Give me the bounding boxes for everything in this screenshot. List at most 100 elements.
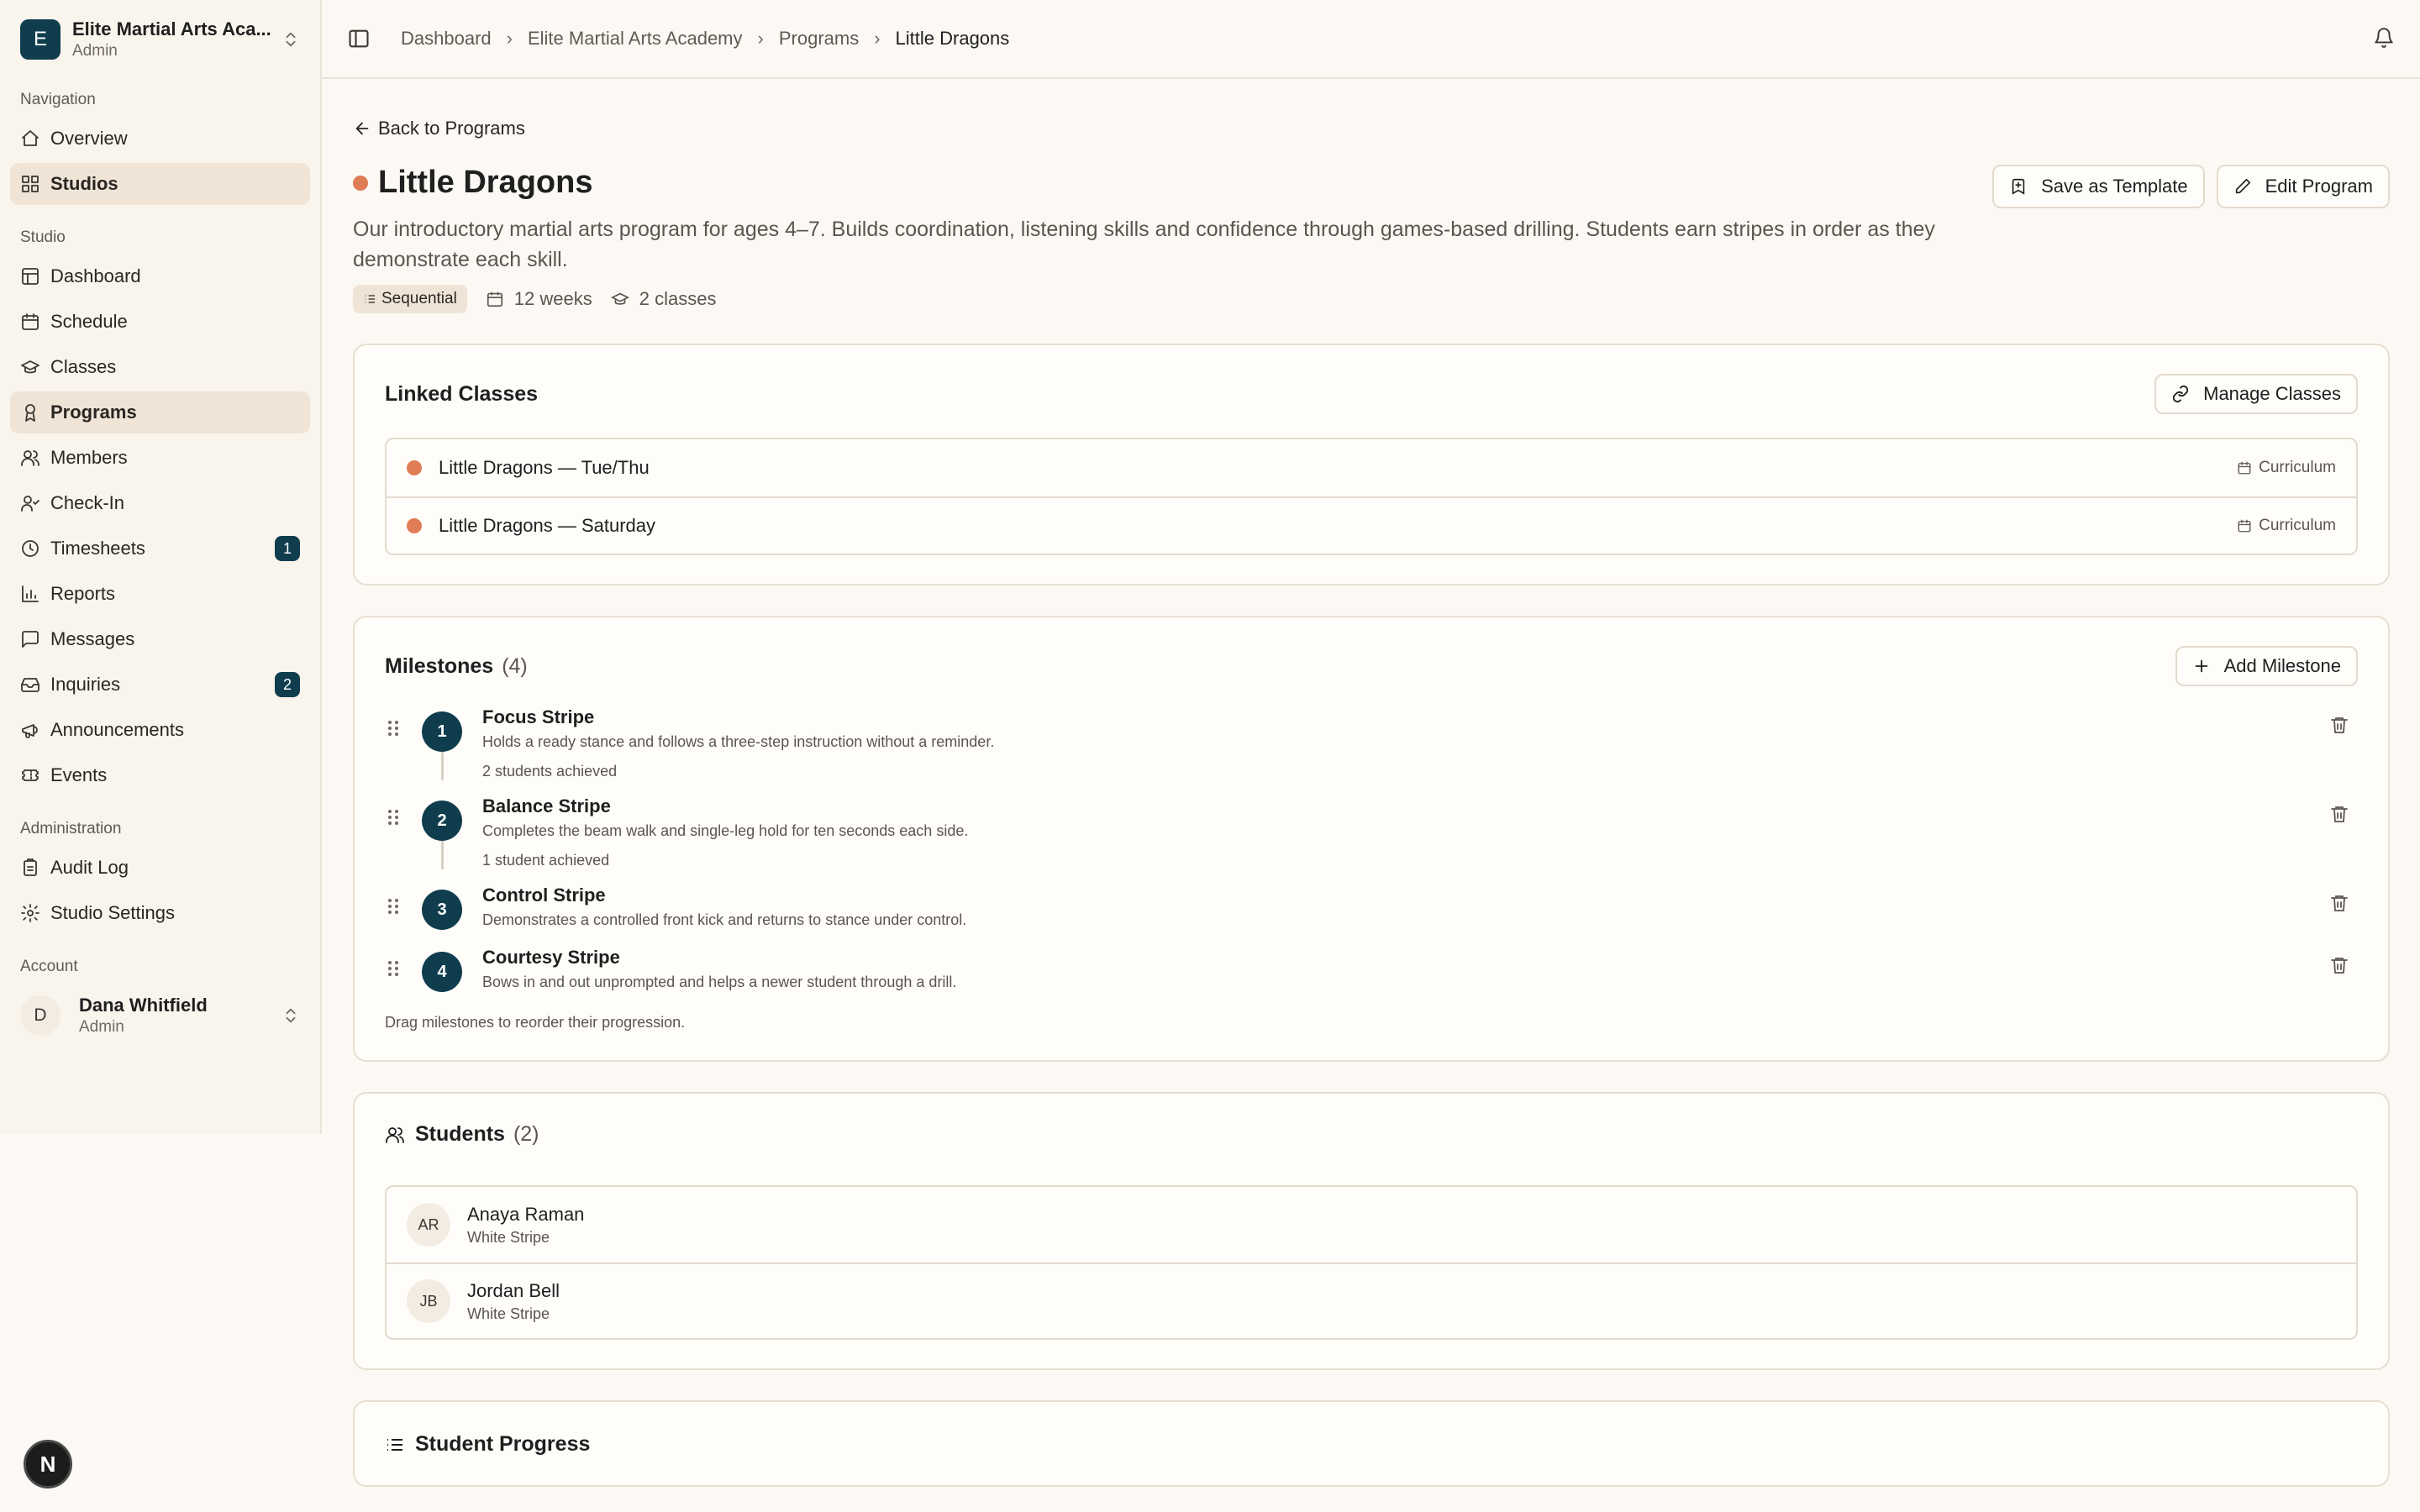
milestone-title: Courtesy Stripe <box>482 947 620 968</box>
sidebar-item-members[interactable]: Members <box>10 437 310 479</box>
sidebar-toggle-icon[interactable] <box>347 27 371 50</box>
sidebar-section-studio: Studio <box>20 228 66 246</box>
milestones-title-text: Milestones <box>385 654 494 678</box>
users-icon <box>20 448 40 468</box>
drag-handle-icon[interactable] <box>385 896 405 921</box>
dev-tools-badge[interactable]: N <box>24 1440 72 1488</box>
student-row[interactable]: JB Jordan Bell White Stripe <box>387 1263 2356 1338</box>
sidebar-item-audit-log[interactable]: Audit Log <box>10 847 310 889</box>
curriculum-label: Curriculum <box>2259 459 2336 476</box>
chevrons-up-down-icon[interactable] <box>281 30 300 49</box>
user-name: Dana Whitfield <box>79 995 208 1016</box>
clock-icon <box>20 538 40 559</box>
breadcrumb-programs[interactable]: Programs <box>779 28 859 50</box>
drag-handle-icon[interactable] <box>385 807 405 832</box>
org-switcher[interactable]: E Elite Martial Arts Aca... Admin <box>10 0 310 79</box>
sidebar-item-schedule[interactable]: Schedule <box>10 301 310 343</box>
calendar-icon <box>2237 518 2252 533</box>
sidebar-item-label: Events <box>50 764 108 785</box>
chevrons-up-down-icon[interactable] <box>281 1006 300 1025</box>
milestone-hint: Drag milestones to reorder their progres… <box>385 1014 686 1031</box>
sidebar-item-reports[interactable]: Reports <box>10 573 310 615</box>
list-item[interactable]: Little Dragons — Saturday Curriculum <box>387 496 2356 554</box>
breadcrumb: Dashboard › Elite Martial Arts Academy ›… <box>401 28 2373 50</box>
timeline-connector <box>440 752 444 780</box>
page-title-text: Little Dragons <box>378 165 593 200</box>
save-as-template-button[interactable]: Save as Template <box>1992 165 2205 208</box>
drag-handle-icon[interactable] <box>385 718 405 743</box>
milestone-number: 1 <box>422 711 462 752</box>
sidebar-item-studios[interactable]: Studios <box>10 163 310 205</box>
sidebar-item-timesheets[interactable]: Timesheets 1 <box>10 528 310 570</box>
students-count: (2) <box>513 1122 539 1146</box>
program-color-dot <box>353 175 368 191</box>
user-check-icon <box>20 493 40 513</box>
milestone-step: 2 <box>420 795 464 869</box>
users-icon <box>385 1125 405 1145</box>
milestone-number: 4 <box>422 952 462 992</box>
sidebar-item-dashboard[interactable]: Dashboard <box>10 255 310 297</box>
sidebar-item-label: Members <box>50 447 128 468</box>
edit-program-button[interactable]: Edit Program <box>2216 165 2390 208</box>
add-milestone-button[interactable]: Add Milestone <box>2175 646 2358 686</box>
milestone-title: Focus Stripe <box>482 706 595 727</box>
milestone-step: 1 <box>420 706 464 780</box>
milestone-row[interactable]: 2 Balance Stripe Completes the beam walk a… <box>385 795 2358 885</box>
sidebar-item-overview[interactable]: Overview <box>10 118 310 160</box>
account-switcher[interactable]: D Dana Whitfield Admin <box>10 984 310 1047</box>
save-as-template-label: Save as Template <box>2041 176 2188 197</box>
student-name: Anaya Raman <box>467 1203 585 1225</box>
student-progress-title: Student Progress <box>385 1432 590 1457</box>
chevron-right-icon: › <box>874 28 881 49</box>
list-item[interactable]: Little Dragons — Tue/Thu Curriculum <box>387 439 2356 496</box>
curriculum-tag: Curriculum <box>2237 459 2336 477</box>
breadcrumb-academy[interactable]: Elite Martial Arts Academy <box>528 28 743 50</box>
breadcrumb-dashboard[interactable]: Dashboard <box>401 28 492 50</box>
class-name: Little Dragons — Tue/Thu <box>439 457 650 478</box>
manage-classes-button[interactable]: Manage Classes <box>2154 374 2358 414</box>
sidebar-item-messages[interactable]: Messages <box>10 618 310 660</box>
student-row[interactable]: AR Anaya Raman White Stripe <box>387 1187 2356 1263</box>
students-title-text: Students <box>415 1122 505 1146</box>
manage-classes-label: Manage Classes <box>2203 383 2341 404</box>
milestones-card: Milestones (4) Add Milestone 1 Focus Stri… <box>353 616 2390 1062</box>
sidebar-item-check-in[interactable]: Check-In <box>10 482 310 524</box>
sidebar-item-inquiries[interactable]: Inquiries 2 <box>10 664 310 706</box>
pencil-icon <box>2233 177 2252 196</box>
plus-icon <box>2192 657 2211 675</box>
back-label: Back to Programs <box>378 118 525 139</box>
bell-icon[interactable] <box>2373 27 2396 50</box>
milestone-number: 3 <box>422 890 462 930</box>
program-meta: Sequential 12 weeks 2 classes <box>353 285 1992 313</box>
linked-classes-card: Linked Classes Manage Classes Little Dra… <box>353 344 2390 585</box>
curriculum-tag: Curriculum <box>2237 517 2336 535</box>
trash-icon[interactable] <box>2329 955 2351 980</box>
trash-icon[interactable] <box>2329 804 2351 829</box>
award-icon <box>20 402 40 423</box>
timeline-connector <box>440 841 444 869</box>
milestone-row[interactable]: 3 Control Stripe Demonstrates a controlled… <box>385 885 2358 947</box>
sidebar-item-classes[interactable]: Classes <box>10 346 310 388</box>
avatar: D <box>20 995 60 1036</box>
drag-handle-icon[interactable] <box>385 958 405 984</box>
sidebar-item-events[interactable]: Events <box>10 754 310 796</box>
clipboard-icon <box>20 858 40 878</box>
program-class-count: 2 classes <box>610 288 716 310</box>
milestone-row[interactable]: 4 Courtesy Stripe Bows in and out unprompt… <box>385 947 2358 1009</box>
home-icon <box>20 129 40 149</box>
milestone-row[interactable]: 1 Focus Stripe Holds a ready stance and fo… <box>385 706 2358 795</box>
sidebar-item-studio-settings[interactable]: Studio Settings <box>10 892 310 934</box>
trash-icon[interactable] <box>2329 715 2351 740</box>
sidebar-item-programs[interactable]: Programs <box>10 391 310 433</box>
ticket-icon <box>20 765 40 785</box>
trash-icon[interactable] <box>2329 893 2351 918</box>
message-icon <box>20 629 40 649</box>
student-name: Jordan Bell <box>467 1279 560 1301</box>
milestone-list: 1 Focus Stripe Holds a ready stance and fo… <box>385 706 2358 1009</box>
edit-program-label: Edit Program <box>2265 176 2373 197</box>
sidebar-item-announcements[interactable]: Announcements <box>10 709 310 751</box>
back-to-programs-link[interactable]: Back to Programs <box>353 118 2390 139</box>
add-milestone-label: Add Milestone <box>2223 655 2341 676</box>
sidebar-item-label: Inquiries <box>50 674 121 695</box>
org-role: Admin <box>72 42 118 60</box>
